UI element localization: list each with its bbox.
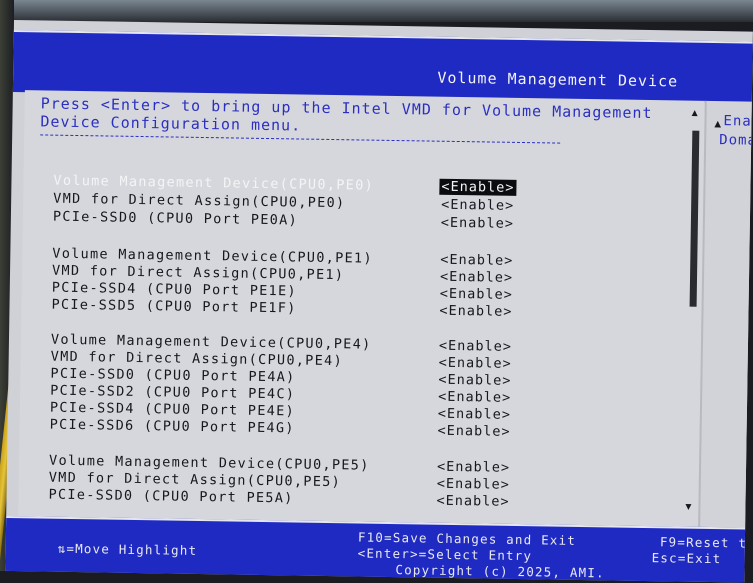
setting-value[interactable]: <Enable> xyxy=(435,476,512,493)
setting-value[interactable]: <Enable> xyxy=(437,303,514,320)
footer-copyright: Copyright (c) 2025, AMI. xyxy=(395,562,605,581)
footer-exit: Esc=Exit xyxy=(651,550,722,567)
scrollbar-thumb[interactable] xyxy=(689,130,700,307)
setting-value[interactable]: <Enable> xyxy=(438,269,515,286)
setting-value[interactable]: <Enable> xyxy=(437,355,514,372)
side-scroll-up-icon: ▲ xyxy=(714,117,722,131)
help-side-panel: ▲ Ena Doma xyxy=(698,100,753,532)
setting-value[interactable]: <Enable> xyxy=(434,493,511,510)
setting-label: PCIe-SSD5 (CPU0 Port PE1F) xyxy=(51,296,297,317)
setting-value[interactable]: <Enable> xyxy=(439,215,516,232)
setting-value[interactable]: <Enable> xyxy=(435,459,512,476)
setting-label: PCIe-SSD6 (CPU0 Port PE4G) xyxy=(49,416,295,437)
page-title: Volume Management Device xyxy=(437,68,679,91)
help-text: Press <Enter> to bring up the Intel VMD … xyxy=(40,94,653,135)
monitor-bezel-top xyxy=(0,0,753,22)
key-help-footer: ⇅=Move Highlight F10=Save Changes and Ex… xyxy=(5,515,748,583)
setting-value[interactable]: <Enable> xyxy=(437,338,514,355)
setting-value[interactable]: <Enable> xyxy=(436,372,513,389)
setting-value[interactable]: <Enable> xyxy=(436,389,513,406)
scroll-down-arrow-icon[interactable]: ▼ xyxy=(685,502,691,513)
side-help-line-1: Ena xyxy=(723,113,752,130)
settings-panel: Press <Enter> to bring up the Intel VMD … xyxy=(18,90,705,531)
footer-move-highlight: ⇅=Move Highlight xyxy=(57,540,198,558)
setting-label: PCIe-SSD0 (CPU0 Port PE0A) xyxy=(52,208,299,229)
bios-screen: Volume Management Device Press <Enter> t… xyxy=(5,20,753,583)
setting-value[interactable]: <Enable> xyxy=(439,178,517,196)
setting-value[interactable]: <Enable> xyxy=(439,197,516,214)
setting-label: PCIe-SSD0 (CPU0 Port PE5A) xyxy=(48,486,294,507)
scroll-up-arrow-icon[interactable]: ▲ xyxy=(692,108,698,119)
side-help-line-2: Doma xyxy=(719,132,753,149)
setting-label: VMD for Direct Assign(CPU0,PE0) xyxy=(53,190,346,212)
footer-select-entry: <Enter>=Select Entry xyxy=(357,545,533,564)
footer-reset: F9=Reset t xyxy=(659,534,748,551)
setting-value[interactable]: <Enable> xyxy=(436,406,513,423)
setting-value[interactable]: <Enable> xyxy=(438,252,515,269)
setting-value[interactable]: <Enable> xyxy=(435,423,512,440)
setting-value[interactable]: <Enable> xyxy=(438,286,515,303)
